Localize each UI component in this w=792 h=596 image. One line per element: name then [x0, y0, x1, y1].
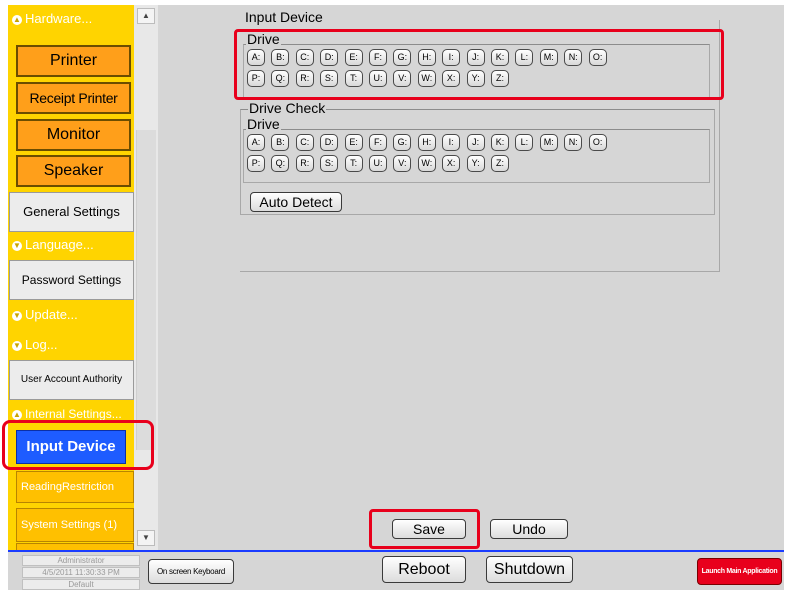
log-header-label: Log... [25, 337, 58, 352]
drive-check-drive-label: Drive [246, 116, 281, 132]
user-name: Administrator [22, 555, 140, 566]
auto-detect-button[interactable]: Auto Detect [250, 192, 342, 212]
drive-check-key-g[interactable]: G: [393, 134, 412, 151]
drive-check-key-j[interactable]: J: [466, 134, 485, 151]
chevron-down-icon: ▼ [12, 240, 22, 251]
drive-check-key-w[interactable]: W: [417, 155, 436, 172]
hardware-header-label: Hardware... [25, 11, 93, 26]
drive-check-key-d[interactable]: D: [320, 134, 339, 151]
drive-check-label: Drive Check [248, 100, 327, 116]
hardware-section-header[interactable]: ▲ Hardware... [8, 9, 134, 29]
speaker-button[interactable]: Speaker [16, 155, 131, 187]
drive-check-key-t[interactable]: T: [344, 155, 363, 172]
scroll-down-arrow-icon[interactable]: ▼ [137, 530, 155, 546]
profile-name: Default [22, 579, 140, 590]
chevron-down-icon: ▼ [12, 310, 22, 321]
reboot-button[interactable]: Reboot [382, 556, 466, 583]
monitor-button[interactable]: Monitor [16, 119, 131, 151]
sidebar-scroll-thumb[interactable] [136, 130, 156, 450]
reading-restriction-button[interactable]: ReadingRestriction [16, 471, 134, 503]
undo-button[interactable]: Undo [490, 519, 568, 539]
drive-check-key-b[interactable]: B: [271, 134, 290, 151]
drive-check-key-h[interactable]: H: [417, 134, 436, 151]
system-settings-button[interactable]: System Settings (1) [16, 508, 134, 542]
save-highlight-box [369, 509, 480, 549]
chevron-up-icon: ▲ [12, 409, 22, 420]
shutdown-button[interactable]: Shutdown [486, 556, 573, 583]
chevron-up-icon: ▲ [12, 14, 22, 25]
drive-check-key-l[interactable]: L: [515, 134, 534, 151]
drive-check-key-r[interactable]: R: [295, 155, 314, 172]
date-time: 4/5/2011 11:30:33 PM [22, 567, 140, 578]
drive-check-key-c[interactable]: C: [295, 134, 314, 151]
drive-check-key-k[interactable]: K: [491, 134, 509, 151]
log-section-header[interactable]: ▼ Log... [8, 335, 134, 355]
update-section-header[interactable]: ▼ Update... [8, 305, 134, 325]
on-screen-keyboard-button[interactable]: On screen Keyboard [148, 559, 234, 584]
drive-check-key-m[interactable]: M: [539, 134, 558, 151]
drive-check-key-p[interactable]: P: [247, 155, 265, 172]
user-account-authority-button[interactable]: User Account Authority [9, 360, 134, 400]
scroll-up-arrow-icon[interactable]: ▲ [137, 8, 155, 24]
drive-check-key-u[interactable]: U: [369, 155, 387, 172]
drive-check-key-a[interactable]: A: [247, 134, 265, 151]
general-settings-button[interactable]: General Settings [9, 192, 134, 232]
internal-settings-header-label: Internal Settings... [25, 407, 122, 421]
drive-check-key-f[interactable]: F: [369, 134, 387, 151]
drive-check-key-o[interactable]: O: [588, 134, 607, 151]
section-title: Input Device [244, 9, 324, 25]
sidebar-partial-item [16, 543, 134, 550]
drive-check-key-z[interactable]: Z: [491, 155, 509, 172]
drive-check-key-x[interactable]: X: [442, 155, 461, 172]
update-header-label: Update... [25, 307, 78, 322]
password-settings-button[interactable]: Password Settings [9, 260, 134, 300]
drive-check-drive-group: A: B: C: D: E: F: G: H: I: J: K: L: M: N: O: P: Q: R: S: T:… [243, 129, 710, 183]
drive-check-key-n[interactable]: N: [564, 134, 583, 151]
printer-button[interactable]: Printer [16, 45, 131, 77]
input-device-highlight-box [2, 420, 154, 470]
bottom-status-bar: Administrator 4/5/2011 11:30:33 PM Defau… [8, 550, 784, 590]
language-header-label: Language... [25, 237, 94, 252]
language-section-header[interactable]: ▼ Language... [8, 235, 134, 255]
drive-check-key-s[interactable]: S: [320, 155, 339, 172]
drive-check-key-q[interactable]: Q: [271, 155, 290, 172]
drive-check-key-v[interactable]: V: [393, 155, 412, 172]
drive-check-key-e[interactable]: E: [344, 134, 363, 151]
drive-check-key-y[interactable]: Y: [466, 155, 485, 172]
drive-check-key-i[interactable]: I: [442, 134, 461, 151]
drive-highlight-box [234, 29, 724, 100]
chevron-down-icon: ▼ [12, 340, 22, 351]
launch-main-application-button[interactable]: Launch Main Application [697, 558, 782, 585]
receipt-printer-button[interactable]: Receipt Printer [16, 82, 131, 114]
